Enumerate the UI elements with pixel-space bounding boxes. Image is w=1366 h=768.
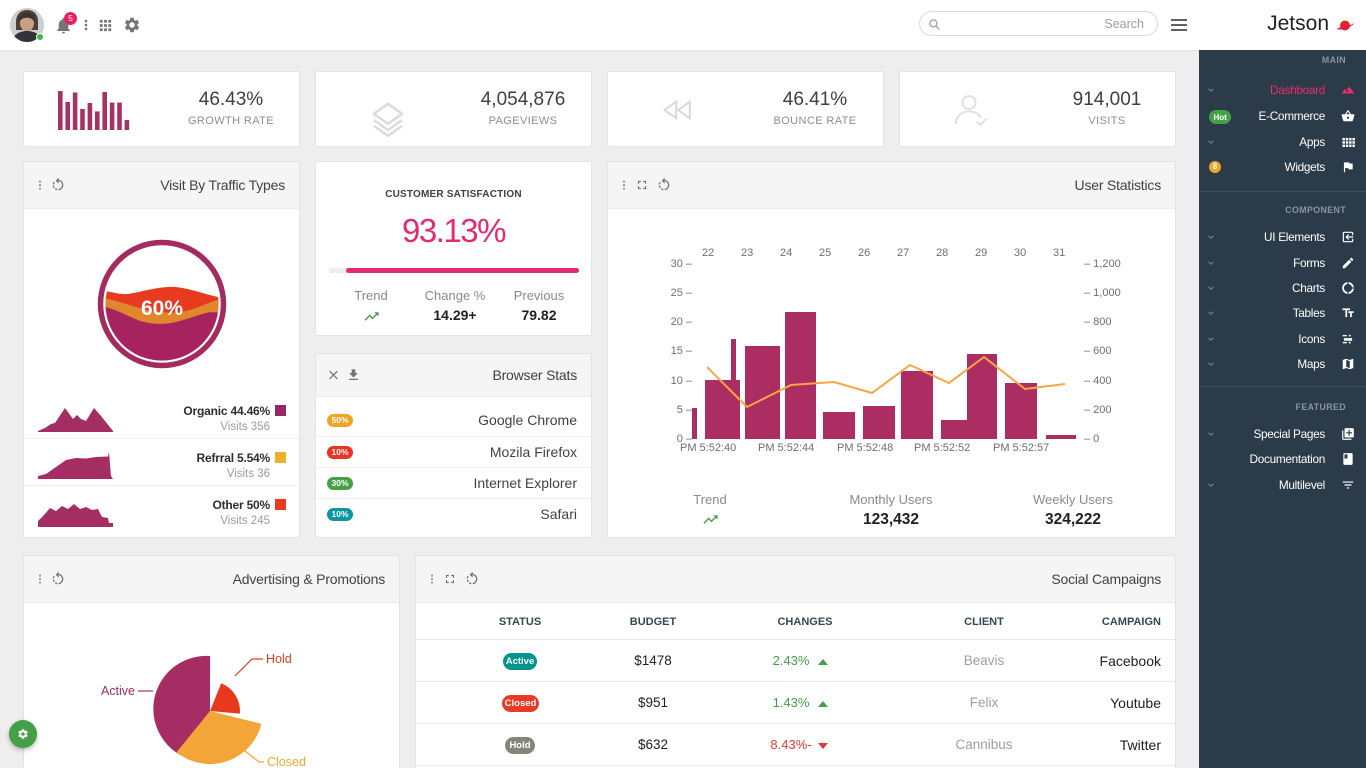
svg-text:Closed: Closed <box>267 755 306 768</box>
svg-text:Hold: Hold <box>266 652 292 666</box>
svg-text:60%: 60% <box>141 297 183 320</box>
svg-text:Active: Active <box>101 684 135 698</box>
